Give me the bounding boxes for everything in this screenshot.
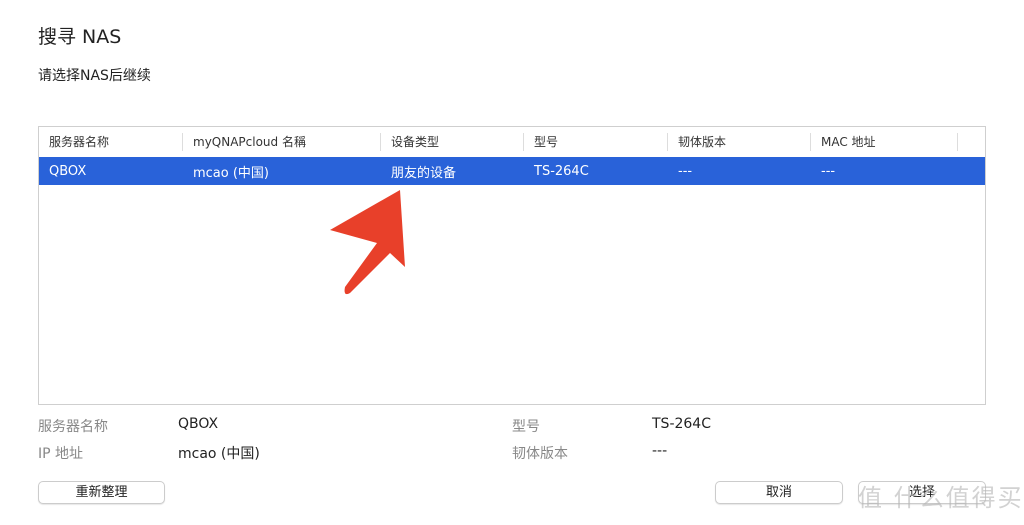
column-header[interactable]: 型号 (524, 133, 668, 151)
model-label: 型号 (512, 419, 540, 435)
column-header[interactable]: MAC 地址 (811, 133, 958, 151)
watermark: 值 什么值得买 (858, 484, 1024, 512)
model-value: TS-264C (652, 416, 711, 432)
red-arrow-icon (330, 190, 405, 295)
cell-cloud-name: mcao (中国) (193, 165, 270, 181)
column-header[interactable]: 服务器名称 (39, 133, 183, 151)
server-name-label: 服务器名称 (38, 419, 108, 435)
table-row[interactable]: QBOX mcao (中国) 朋友的设备 TS-264C --- --- (39, 157, 985, 185)
ip-label: IP 地址 (38, 446, 84, 462)
dialog-subtitle: 请选择NAS后继续 (38, 68, 151, 84)
cancel-button[interactable]: 取消 (715, 481, 843, 504)
cell-server-name: QBOX (49, 163, 87, 179)
column-header[interactable]: myQNAPcloud 名稱 (183, 133, 381, 151)
firmware-value: --- (652, 443, 668, 459)
ip-value: mcao (中国) (178, 446, 260, 462)
cell-firmware: --- (678, 163, 693, 179)
dialog-title: 搜寻 NAS (38, 26, 122, 48)
cell-device-type: 朋友的设备 (391, 165, 457, 181)
cell-model: TS-264C (534, 163, 589, 179)
nas-table: 服务器名称 myQNAPcloud 名稱 设备类型 型号 韧体版本 MAC 地址… (38, 126, 986, 405)
server-name-value: QBOX (178, 416, 219, 432)
table-header: 服务器名称 myQNAPcloud 名稱 设备类型 型号 韧体版本 MAC 地址 (39, 127, 985, 157)
refresh-button[interactable]: 重新整理 (38, 481, 165, 504)
cell-mac: --- (821, 163, 836, 179)
column-header[interactable]: 韧体版本 (668, 133, 811, 151)
column-header[interactable]: 设备类型 (381, 133, 524, 151)
firmware-label: 韧体版本 (512, 446, 568, 462)
